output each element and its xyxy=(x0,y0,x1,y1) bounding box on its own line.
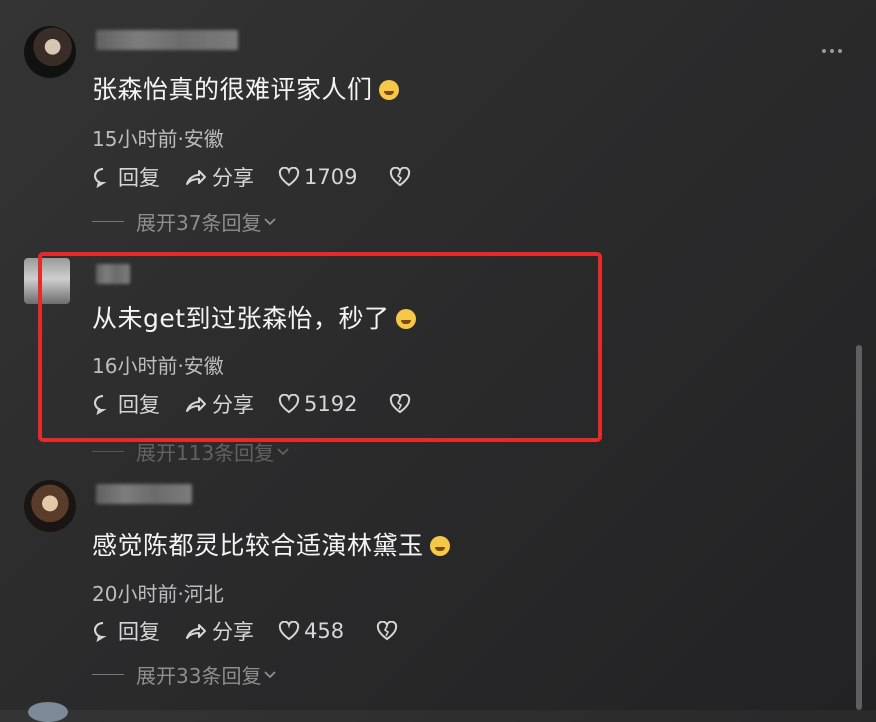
heart-icon xyxy=(278,621,300,641)
chevron-down-icon xyxy=(264,670,277,678)
chevron-down-icon xyxy=(264,217,277,225)
red-highlight-box xyxy=(38,252,602,442)
like-count: 458 xyxy=(304,619,345,643)
share-arrow-icon xyxy=(186,624,206,639)
share-label: 分享 xyxy=(212,620,254,644)
like-button[interactable]: 1709 xyxy=(278,165,357,189)
share-label: 分享 xyxy=(212,166,254,190)
username-blurred[interactable] xyxy=(96,30,238,50)
broken-heart-icon xyxy=(376,621,398,641)
reply-label: 回复 xyxy=(118,620,160,644)
reply-label: 回复 xyxy=(118,166,160,190)
comment-meta: 20小时前·河北 xyxy=(92,582,224,606)
username-blurred[interactable] xyxy=(96,484,192,504)
more-dots-icon[interactable] xyxy=(822,44,848,58)
action-bar: 回复 分享 1709 xyxy=(92,164,439,190)
top-fade xyxy=(0,0,876,14)
broken-heart-icon xyxy=(390,167,411,187)
heart-icon xyxy=(278,167,300,187)
emoji-icon xyxy=(429,536,450,556)
expand-replies-label: 展开33条回复 xyxy=(136,664,262,688)
share-arrow-icon xyxy=(186,170,206,185)
expand-replies[interactable]: 展开37条回复 xyxy=(92,207,277,236)
expand-replies[interactable]: 展开33条回复 xyxy=(92,660,277,689)
dislike-button[interactable] xyxy=(376,621,402,641)
comment-text: 感觉陈都灵比较合适演林黛玉 xyxy=(92,531,424,560)
divider xyxy=(92,451,124,452)
avatar[interactable] xyxy=(24,26,76,78)
like-button[interactable]: 458 xyxy=(278,619,344,643)
comment-bubble-icon xyxy=(94,622,107,642)
reply-button[interactable]: 回复 xyxy=(92,616,160,646)
action-bar: 回复 分享 458 xyxy=(92,618,426,644)
reply-button[interactable]: 回复 xyxy=(92,162,160,192)
expand-replies-label: 展开37条回复 xyxy=(136,211,262,235)
divider xyxy=(92,221,124,222)
share-button[interactable]: 分享 xyxy=(184,162,254,192)
divider xyxy=(92,674,124,675)
like-count: 1709 xyxy=(304,165,358,189)
scrollbar[interactable] xyxy=(856,345,862,710)
emoji-icon xyxy=(378,80,399,100)
share-button[interactable]: 分享 xyxy=(184,616,254,646)
chevron-down-icon xyxy=(277,447,289,455)
comment-meta: 15小时前·安徽 xyxy=(92,127,224,151)
avatar[interactable] xyxy=(24,480,76,532)
comment-bubble-icon xyxy=(94,168,107,188)
dislike-button[interactable] xyxy=(389,167,415,187)
avatar[interactable] xyxy=(28,702,68,722)
comment-text: 张森怡真的很难评家人们 xyxy=(92,75,373,104)
